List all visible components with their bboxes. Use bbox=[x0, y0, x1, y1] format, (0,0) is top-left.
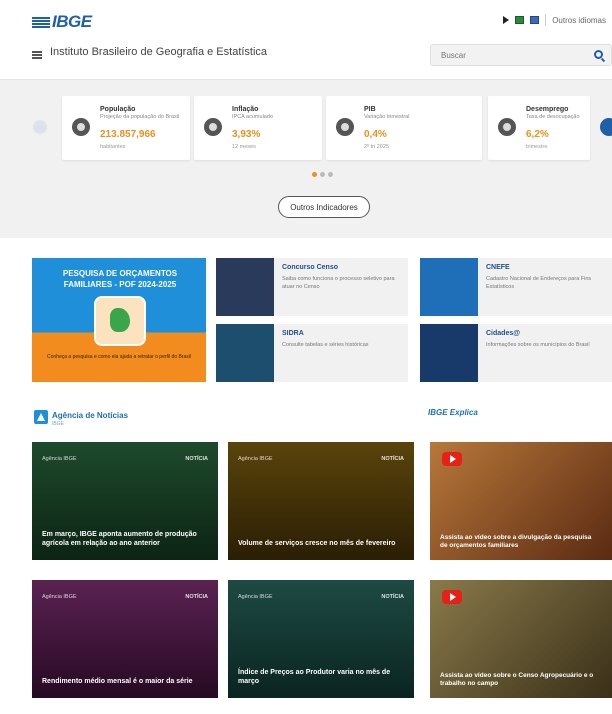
hamburger-menu-icon[interactable] bbox=[32, 51, 42, 59]
news-headline: Índice de Preços ao Produtor varia no mê… bbox=[238, 669, 391, 685]
indicator-title: Desemprego bbox=[526, 106, 569, 113]
side-news-desc: Informações sobre os municípios do Brasi… bbox=[486, 342, 590, 348]
indicator-value: 213.857,966 bbox=[100, 129, 156, 140]
section-title[interactable]: Agência de Notícias bbox=[52, 411, 128, 420]
play-icon[interactable] bbox=[503, 16, 510, 24]
inflation-icon bbox=[204, 118, 222, 136]
news-headline: Em março, IBGE aponta aumento de produçã… bbox=[42, 531, 197, 547]
indicator-subtitle: Variação trimestral bbox=[364, 114, 410, 120]
flag-icon[interactable] bbox=[515, 16, 525, 24]
indicator-note: trimestre bbox=[526, 144, 548, 150]
news-headline: Rendimento médio mensal é o maior da sér… bbox=[42, 678, 193, 685]
news-card[interactable]: Agência IBGE NOTÍCIA Rendimento médio me… bbox=[32, 580, 218, 698]
side-news-item[interactable]: SIDRA Consulte tabelas e séries históric… bbox=[216, 324, 408, 382]
side-news-desc: Consulte tabelas e séries históricas bbox=[282, 342, 369, 348]
money-bag-icon bbox=[336, 118, 354, 136]
divider bbox=[545, 14, 547, 26]
carousel-prev-button[interactable] bbox=[33, 120, 47, 134]
news-headline: Volume de serviços cresce no mês de feve… bbox=[238, 540, 396, 547]
ibge-logo[interactable]: IBGE bbox=[32, 12, 92, 32]
indicator-subtitle: Taxa de desocupação bbox=[526, 114, 580, 120]
news-card[interactable]: Agência IBGE NOTÍCIA Volume de serviços … bbox=[228, 442, 414, 560]
featured-title: PESQUISA DE ORÇAMENTOS FAMILIARES - POF … bbox=[62, 269, 178, 289]
population-icon bbox=[72, 118, 90, 136]
institute-name: Instituto Brasileiro de Geografia e Esta… bbox=[50, 46, 268, 58]
side-news-thumbnail bbox=[420, 324, 478, 382]
language-selector[interactable]: Outros idiomas bbox=[552, 16, 606, 25]
featured-banner-pof[interactable]: PESQUISA DE ORÇAMENTOS FAMILIARES - POF … bbox=[32, 258, 206, 382]
briefcase-icon bbox=[498, 118, 516, 136]
indicator-value: 6,2% bbox=[526, 129, 549, 140]
carousel-next-button[interactable] bbox=[600, 118, 612, 136]
search-input[interactable] bbox=[431, 45, 581, 66]
indicator-note: habitantes bbox=[100, 144, 126, 150]
side-news-desc: Saiba como funciona o processo seletivo … bbox=[282, 276, 395, 290]
side-news-item[interactable]: CNEFE Cadastro Nacional de Endereços par… bbox=[420, 258, 612, 316]
indicator-title: Inflação bbox=[232, 106, 259, 113]
accessibility-icon[interactable] bbox=[530, 16, 540, 24]
youtube-play-icon[interactable] bbox=[442, 590, 462, 604]
news-card[interactable]: Agência IBGE NOTÍCIA Em março, IBGE apon… bbox=[32, 442, 218, 560]
indicator-card[interactable]: Inflação IPCA acumulado 3,93% 12 meses bbox=[194, 96, 322, 160]
agencia-noticias-icon bbox=[34, 410, 48, 424]
side-news-title: Cidades@ bbox=[486, 330, 521, 337]
side-news-title: SIDRA bbox=[282, 330, 304, 337]
side-news-thumbnail bbox=[216, 324, 274, 382]
side-news-thumbnail bbox=[216, 258, 274, 316]
indicator-note: 12 meses bbox=[232, 144, 256, 150]
search-box bbox=[430, 44, 612, 66]
youtube-play-icon[interactable] bbox=[442, 452, 462, 466]
news-tag: Agência IBGE bbox=[42, 594, 77, 600]
video-title: Assista ao vídeo sobre a divulgação da p… bbox=[440, 534, 592, 549]
indicator-title: PIB bbox=[364, 106, 376, 113]
news-type: NOTÍCIA bbox=[185, 594, 208, 600]
news-type: NOTÍCIA bbox=[185, 456, 208, 462]
indicator-subtitle: Projeção da população do Brasil bbox=[100, 114, 180, 120]
video-title: Assista ao vídeo sobre o Censo Agropecuá… bbox=[440, 672, 594, 687]
site-header: IBGE Outros idiomas Instituto Brasileiro… bbox=[0, 0, 612, 80]
featured-caption: Conheça a pesquisa e como ela ajuda a re… bbox=[47, 354, 191, 360]
search-icon[interactable] bbox=[594, 50, 603, 59]
video-card[interactable]: Assista ao vídeo sobre a divulgação da p… bbox=[430, 442, 612, 560]
carousel-pagination bbox=[312, 172, 333, 177]
top-utility-bar: Outros idiomas bbox=[503, 14, 606, 26]
side-news-desc: Cadastro Nacional de Endereços para Fins… bbox=[486, 276, 592, 290]
side-news-title: Concurso Censo bbox=[282, 264, 339, 271]
side-news-title: CNEFE bbox=[486, 264, 510, 271]
ibge-logo-mark-icon bbox=[32, 16, 50, 28]
featured-illustration bbox=[94, 296, 146, 346]
side-news-item[interactable]: Concurso Censo Saiba como funciona o pro… bbox=[216, 258, 408, 316]
indicator-subtitle: IPCA acumulado bbox=[232, 114, 273, 120]
indicator-value: 3,93% bbox=[232, 129, 261, 140]
more-indicators-button[interactable]: Outros Indicadores bbox=[278, 196, 370, 218]
section-subtitle: IBGE bbox=[52, 421, 64, 427]
carousel-dot[interactable] bbox=[312, 172, 317, 177]
indicator-card[interactable]: PIB Variação trimestral 0,4% 2º tri 2025 bbox=[326, 96, 482, 160]
video-card[interactable]: Assista ao vídeo sobre o Censo Agropecuá… bbox=[430, 580, 612, 698]
indicator-card[interactable]: Desemprego Taxa de desocupação 6,2% trim… bbox=[488, 96, 590, 160]
logo-text: IBGE bbox=[52, 12, 92, 31]
news-tag: Agência IBGE bbox=[238, 456, 273, 462]
indicator-note: 2º tri 2025 bbox=[364, 144, 389, 150]
carousel-dot[interactable] bbox=[320, 172, 325, 177]
carousel-dot[interactable] bbox=[328, 172, 333, 177]
news-type: NOTÍCIA bbox=[381, 456, 404, 462]
indicator-card[interactable]: População Projeção da população do Brasi… bbox=[62, 96, 190, 160]
indicators-carousel: População Projeção da população do Brasi… bbox=[0, 80, 612, 238]
news-tag: Agência IBGE bbox=[238, 594, 273, 600]
indicator-title: População bbox=[100, 106, 136, 113]
side-news-item[interactable]: Cidades@ Informações sobre os municípios… bbox=[420, 324, 612, 382]
news-tag: Agência IBGE bbox=[42, 456, 77, 462]
ibge-explica-logo[interactable]: IBGE Explica bbox=[428, 408, 478, 417]
side-news-thumbnail bbox=[420, 258, 478, 316]
news-card[interactable]: Agência IBGE NOTÍCIA Índice de Preços ao… bbox=[228, 580, 414, 698]
indicator-value: 0,4% bbox=[364, 129, 387, 140]
news-type: NOTÍCIA bbox=[381, 594, 404, 600]
